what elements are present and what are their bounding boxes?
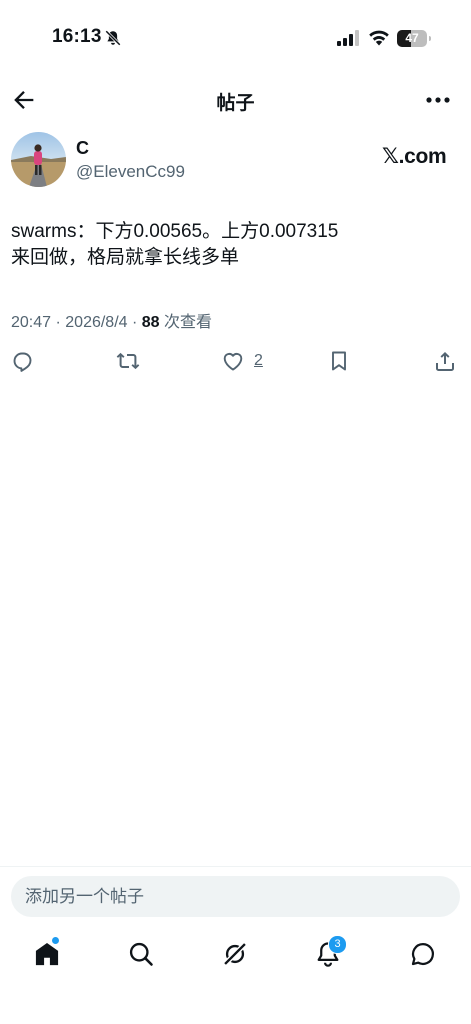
status-time: 16:13: [52, 26, 102, 47]
tab-search[interactable]: [127, 940, 157, 970]
compose-divider: [0, 866, 471, 867]
bookmark-button[interactable]: [327, 347, 351, 375]
bell-off-icon: [105, 30, 121, 46]
share-icon: [436, 352, 454, 371]
tab-grok[interactable]: [221, 940, 251, 970]
wifi-icon: [369, 30, 389, 46]
home-icon: [35, 943, 59, 966]
post-time: 20:47: [11, 314, 52, 331]
notifications-badge: 3: [328, 935, 347, 954]
chat-bubble-icon: [411, 942, 434, 966]
author-name[interactable]: C: [76, 138, 89, 159]
post-author-row[interactable]: C @ElevenCc99 𝕏.com: [0, 130, 471, 190]
share-button[interactable]: [433, 347, 457, 375]
status-bar: 16:13 47: [0, 0, 471, 78]
reply-icon: [13, 352, 32, 372]
x-com-source-label: 𝕏.com: [382, 145, 447, 168]
meta-separator: ·: [127, 314, 142, 331]
battery-level: 47: [405, 31, 419, 45]
page-title: 帖子: [216, 93, 255, 114]
meta-separator: ·: [51, 314, 66, 331]
grok-icon: [222, 941, 248, 967]
more-options-button[interactable]: [424, 88, 452, 112]
battery-indicator: 47: [397, 30, 431, 47]
like-button[interactable]: 2: [221, 347, 263, 375]
bookmark-icon: [332, 351, 346, 371]
reply-button[interactable]: [11, 347, 35, 375]
post-date: 2026/8/4: [65, 314, 128, 331]
tab-home[interactable]: [33, 937, 63, 970]
repost-button[interactable]: [116, 347, 140, 375]
tab-notifications[interactable]: 3: [314, 935, 347, 970]
reply-compose-input[interactable]: [11, 876, 460, 917]
cellular-signal-icon: [337, 30, 359, 46]
like-count[interactable]: 2: [254, 352, 263, 370]
views-count[interactable]: 88: [142, 314, 160, 331]
search-icon: [129, 942, 153, 966]
repost-icon: [116, 352, 140, 370]
heart-icon: [223, 353, 243, 371]
author-handle[interactable]: @ElevenCc99: [76, 162, 185, 182]
views-label: 次查看: [159, 314, 213, 331]
nav-header: 帖子: [0, 78, 471, 122]
home-unread-dot: [52, 937, 59, 944]
avatar[interactable]: [11, 132, 66, 187]
post-text: swarms：下方0.00565。上方0.007315 来回做，格局就拿长线多单: [11, 221, 339, 268]
tab-messages[interactable]: [409, 940, 439, 970]
post-meta: 20:47 · 2026/8/4 · 88 次查看: [11, 308, 212, 332]
